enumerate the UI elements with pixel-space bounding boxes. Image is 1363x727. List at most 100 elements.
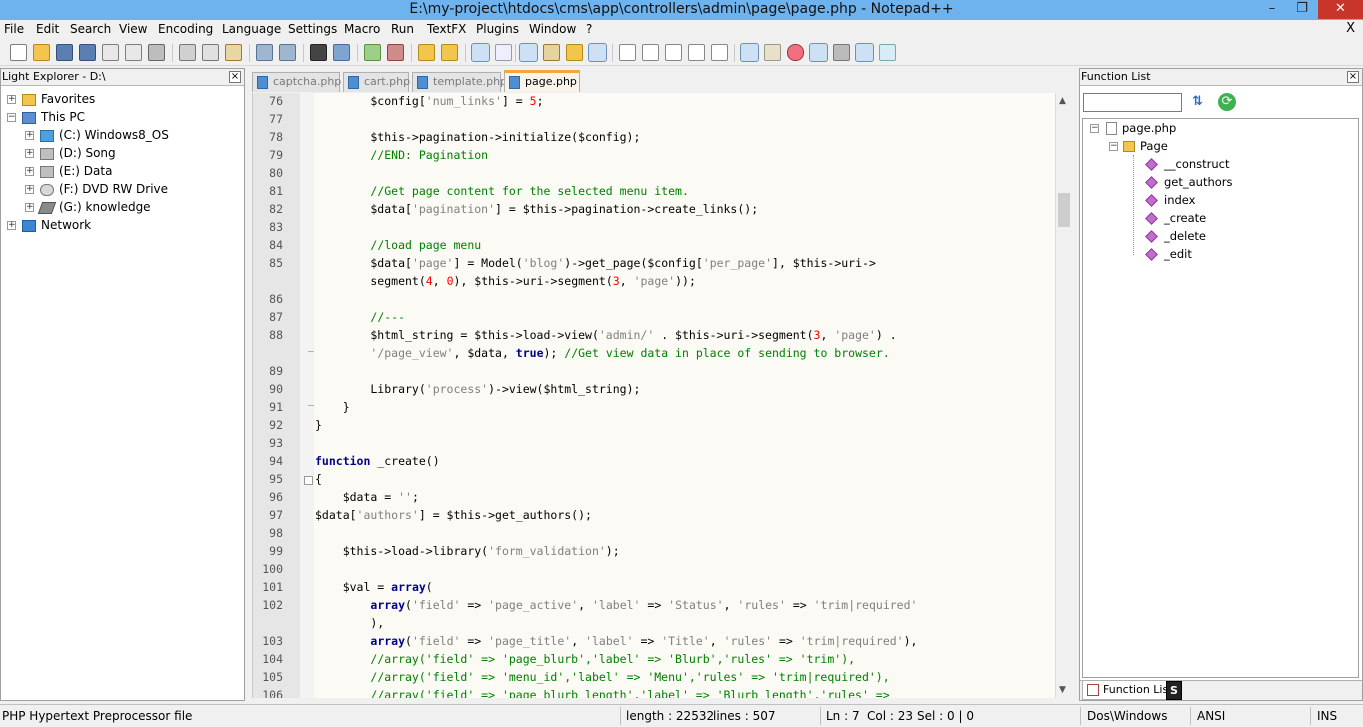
code-line[interactable]: } — [315, 400, 1052, 414]
tab-template[interactable]: template.php — [412, 72, 507, 92]
open-file-icon[interactable] — [33, 44, 50, 61]
menu-textfx[interactable]: TextFX — [427, 22, 466, 36]
scroll-up-arrow-icon[interactable]: ▲ — [1059, 96, 1066, 106]
find-icon[interactable] — [310, 44, 327, 61]
expand-toggle[interactable]: + — [7, 221, 16, 230]
code-line[interactable]: //--- — [315, 310, 1052, 324]
method-index[interactable]: index — [1145, 191, 1195, 209]
function-list-icon[interactable] — [588, 43, 607, 62]
method-construct[interactable]: __construct — [1145, 155, 1230, 173]
minimize-button[interactable]: – — [1258, 0, 1286, 19]
insert-mode[interactable]: INS — [1317, 709, 1337, 723]
code-line[interactable]: //Get page content for the selected menu… — [315, 184, 1052, 198]
tab-cart[interactable]: cart.php — [343, 72, 410, 92]
heart-icon[interactable] — [787, 44, 804, 61]
tab-snippets[interactable]: S — [1166, 681, 1182, 700]
menu-file[interactable]: File — [4, 22, 24, 36]
collapse-toggle[interactable]: − — [1090, 124, 1099, 133]
undo-icon[interactable] — [256, 44, 273, 61]
abc-check-icon[interactable] — [879, 44, 896, 61]
function-tree-class[interactable]: Page — [1123, 137, 1168, 155]
code-line[interactable]: function _create() — [315, 454, 1052, 468]
code-line[interactable]: { — [315, 472, 1052, 486]
user-language-icon[interactable] — [543, 44, 560, 61]
code-line[interactable]: $config['num_links'] = 5; — [315, 94, 1052, 108]
code-line[interactable]: } — [315, 418, 1052, 432]
code-line[interactable]: $html_string = $this->load->view('admin/… — [315, 328, 1052, 342]
record-macro-icon[interactable] — [619, 44, 636, 61]
close-button[interactable]: ✕ — [1318, 0, 1363, 19]
expand-toggle[interactable]: + — [25, 185, 34, 194]
save-macro-icon[interactable] — [711, 44, 728, 61]
menu-view[interactable]: View — [119, 22, 147, 36]
method-create[interactable]: _create — [1145, 209, 1206, 227]
scroll-down-arrow-icon[interactable]: ▼ — [1059, 685, 1066, 695]
print-icon[interactable] — [148, 44, 165, 61]
expand-toggle[interactable]: − — [7, 113, 16, 122]
code-line[interactable]: $data['pagination'] = $this->pagination-… — [315, 202, 1052, 216]
menu-edit[interactable]: Edit — [36, 22, 59, 36]
code-line[interactable]: $this->load->library('form_validation'); — [315, 544, 1052, 558]
save-icon[interactable] — [56, 44, 73, 61]
play-macro-icon[interactable] — [665, 44, 682, 61]
fold-toggle[interactable] — [304, 476, 313, 485]
code-line[interactable]: $val = array( — [315, 580, 1052, 594]
method-edit[interactable]: _edit — [1145, 245, 1192, 263]
function-search-input[interactable] — [1083, 93, 1182, 112]
code-line[interactable]: $data['page'] = Model('blog')->get_page(… — [315, 256, 1052, 270]
code-line[interactable]: //array('field' => 'page_blurb_length','… — [315, 688, 1052, 698]
expand-toggle[interactable]: + — [25, 149, 34, 158]
code-line[interactable]: //load page menu — [315, 238, 1052, 252]
snippets-icon[interactable] — [855, 43, 874, 62]
code-line[interactable]: segment(4, 0), $this->uri->segment(3, 'p… — [315, 274, 1052, 288]
function-tree-file[interactable]: page.php — [1106, 119, 1176, 137]
method-delete[interactable]: _delete — [1145, 227, 1206, 245]
spellcheck-icon[interactable] — [740, 43, 759, 62]
close-document-button[interactable]: X — [1346, 21, 1355, 36]
menu-window[interactable]: Window — [529, 22, 576, 36]
indent-guide-icon[interactable] — [519, 43, 538, 62]
code-line[interactable]: Library('process')->view($html_string); — [315, 382, 1052, 396]
expand-toggle[interactable]: + — [25, 203, 34, 212]
menu-help[interactable]: ? — [586, 22, 592, 36]
doc-map-icon[interactable] — [566, 44, 583, 61]
sort-icon[interactable]: ⇅ — [1192, 94, 1208, 110]
cut-icon[interactable] — [179, 44, 196, 61]
show-all-chars-icon[interactable] — [495, 44, 512, 61]
collapse-toggle[interactable]: − — [1109, 142, 1118, 151]
menu-search[interactable]: Search — [70, 22, 111, 36]
scroll-thumb[interactable] — [1058, 193, 1070, 227]
zoom-in-icon[interactable] — [364, 44, 381, 61]
replace-icon[interactable] — [333, 44, 350, 61]
code-editor[interactable]: 76 77 78 79 80 81 82 83 84 85 86 87 88 89 90 91 92 93 94 95… — [252, 93, 1072, 698]
plugin-icon[interactable] — [833, 44, 850, 61]
expand-toggle[interactable]: + — [25, 167, 34, 176]
code-line[interactable]: $this->pagination->initialize($config); — [315, 130, 1052, 144]
zoom-out-icon[interactable] — [387, 44, 404, 61]
expand-toggle[interactable]: + — [25, 131, 34, 140]
menu-language[interactable]: Language — [222, 22, 281, 36]
play-multiple-macro-icon[interactable] — [688, 44, 705, 61]
code-line[interactable]: '/page_view', $data, true); //Get view d… — [315, 346, 1052, 360]
sync-horizontal-icon[interactable] — [441, 44, 458, 61]
code-line[interactable]: //END: Pagination — [315, 148, 1052, 162]
word-wrap-icon[interactable] — [471, 43, 490, 62]
save-all-icon[interactable] — [79, 44, 96, 61]
code-line[interactable]: array('field' => 'page_title', 'label' =… — [315, 634, 1052, 648]
code-line[interactable]: $data['authors'] = $this->get_authors(); — [315, 508, 1052, 522]
spell-options-icon[interactable] — [764, 44, 781, 61]
sync-vertical-icon[interactable] — [418, 44, 435, 61]
new-file-icon[interactable] — [10, 44, 27, 61]
expand-toggle[interactable]: + — [7, 95, 16, 104]
close-file-icon[interactable] — [102, 44, 119, 61]
menu-run[interactable]: Run — [391, 22, 414, 36]
tab-function-list[interactable]: Function List — [1082, 681, 1179, 700]
close-all-icon[interactable] — [125, 44, 142, 61]
close-panel-button[interactable]: × — [229, 71, 241, 83]
vertical-scrollbar[interactable]: ▲ ▼ — [1055, 93, 1072, 698]
method-get-authors[interactable]: get_authors — [1145, 173, 1233, 191]
close-panel-button[interactable]: × — [1347, 71, 1359, 83]
paste-icon[interactable] — [225, 44, 242, 61]
menu-macro[interactable]: Macro — [344, 22, 380, 36]
redo-icon[interactable] — [279, 44, 296, 61]
